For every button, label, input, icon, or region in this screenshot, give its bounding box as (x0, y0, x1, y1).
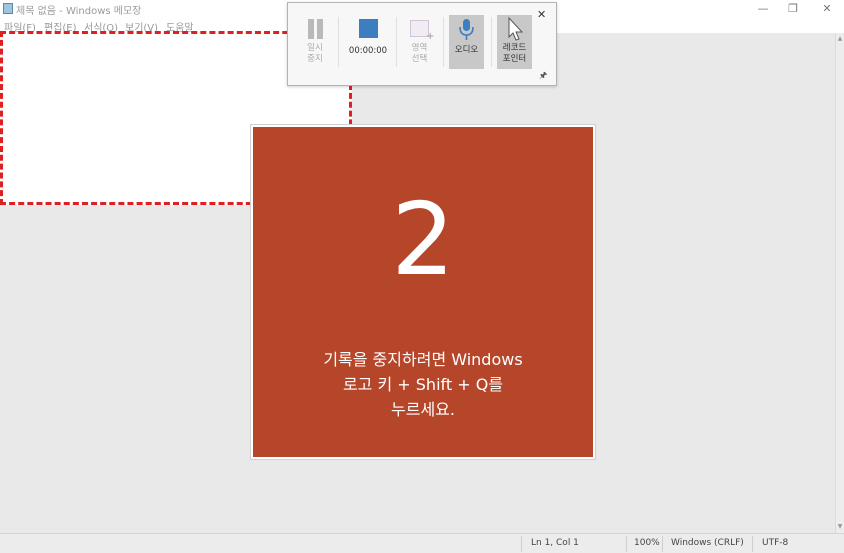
select-region-button[interactable]: + 영역 선택 (402, 15, 437, 69)
status-divider (626, 536, 627, 552)
window-title: 제목 없음 - Windows 메모장 (16, 6, 142, 17)
countdown-overlay: 2 기록을 중지하려면 Windows 로고 키 + Shift + Q를 누르… (251, 125, 595, 459)
region-select-icon: + (402, 15, 437, 43)
vertical-scrollbar[interactable]: ▲ ▼ (835, 33, 844, 533)
status-divider (752, 536, 753, 552)
toolbar-divider (396, 17, 397, 67)
scroll-up-icon[interactable]: ▲ (836, 35, 844, 42)
stop-icon (351, 15, 386, 43)
close-button[interactable]: ✕ (810, 0, 844, 18)
region-label: 영역 선택 (411, 43, 428, 64)
scroll-down-icon[interactable]: ▼ (836, 523, 844, 530)
record-pointer-toggle[interactable]: 레코드 포인터 (497, 15, 532, 69)
cursor-position: Ln 1, Col 1 (531, 538, 579, 548)
countdown-number: 2 (391, 181, 455, 298)
status-bar: Ln 1, Col 1 100% Windows (CRLF) UTF-8 (0, 533, 844, 553)
pause-label: 일시 중지 (307, 43, 323, 64)
minimize-button[interactable]: — (746, 0, 780, 18)
toolbar-divider (491, 17, 492, 67)
restore-button[interactable]: ❐ (776, 0, 810, 18)
toolbar-divider (443, 17, 444, 67)
audio-label: 오디오 (454, 45, 479, 55)
stop-button[interactable]: 00:00:00 (344, 15, 392, 69)
notepad-icon (3, 3, 13, 14)
audio-toggle[interactable]: 오디오 (449, 15, 484, 69)
pause-button[interactable]: 일시 중지 (298, 15, 332, 69)
pin-icon[interactable]: 🖈 (539, 68, 547, 84)
status-divider (521, 536, 522, 552)
zoom-level: 100% (634, 538, 660, 548)
recorder-toolbar: 일시 중지 00:00:00 + 영역 선택 오디오 레코드 포인터 ✕ 🖈 (287, 2, 557, 86)
toolbar-close-icon[interactable]: ✕ (537, 8, 546, 21)
pointer-label: 레코드 포인터 (502, 43, 527, 64)
microphone-icon (449, 15, 484, 43)
encoding: UTF-8 (762, 538, 789, 548)
timer-display: 00:00:00 (348, 46, 388, 56)
line-ending: Windows (CRLF) (671, 538, 744, 548)
status-divider (662, 536, 663, 552)
cursor-icon (497, 15, 532, 43)
pause-icon (298, 15, 332, 43)
toolbar-divider (338, 17, 339, 67)
stop-recording-hint: 기록을 중지하려면 Windows 로고 키 + Shift + Q를 누르세요… (323, 350, 523, 419)
